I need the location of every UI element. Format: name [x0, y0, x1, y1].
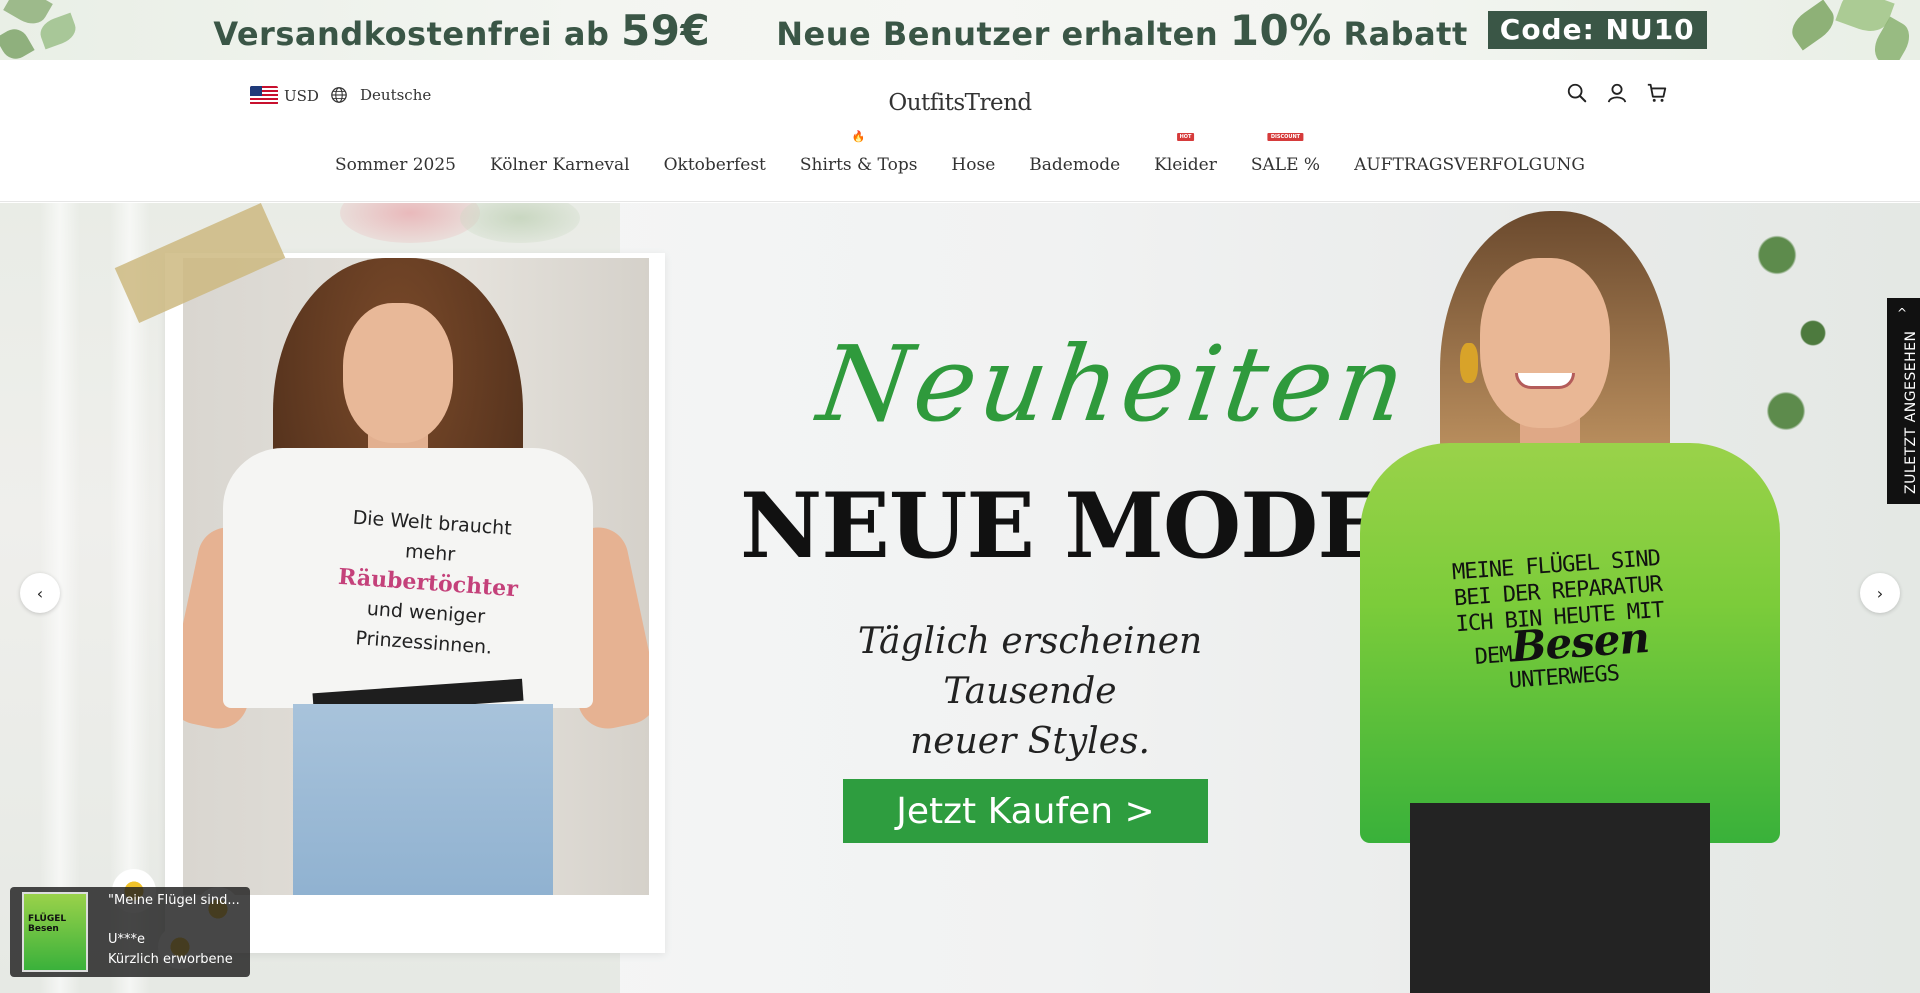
new-user-discount-text: Neue Benutzer erhalten 10% Rabatt	[776, 5, 1468, 55]
nav-item-oktoberfest[interactable]: Oktoberfest	[664, 155, 766, 175]
carousel-next-button[interactable]: ›	[1860, 573, 1900, 613]
promo-message: Versandkostenfrei ab 59€ Neue Benutzer e…	[0, 0, 1920, 60]
nav-item-shirts-tops[interactable]: 🔥 Shirts & Tops	[800, 130, 918, 175]
earring-decoration	[1460, 343, 1478, 383]
shop-now-button[interactable]: Jetzt Kaufen >	[843, 779, 1208, 843]
hero-subtitle: Täglich erscheinen Tausende neuer Styles…	[857, 621, 1203, 762]
account-icon[interactable]	[1606, 82, 1628, 104]
discount-code-badge: Code: NU10	[1487, 11, 1707, 49]
nav-item-hose[interactable]: Hose	[951, 155, 995, 175]
globe-icon	[331, 87, 347, 103]
hot-badge: HOT	[1176, 133, 1195, 141]
toast-user: U***e	[108, 932, 146, 947]
model-photo-left: Die Welt braucht mehr Räubertöchter und …	[183, 258, 649, 895]
site-logo[interactable]: OutfitsTrend	[860, 78, 1060, 122]
recent-purchase-toast[interactable]: FLÜGEL Besen "Meine Flügel sind... U***e …	[10, 887, 250, 977]
toast-product-thumbnail: FLÜGEL Besen	[22, 892, 88, 972]
right-shirt-print: MEINE FLÜGEL SIND BEI DER REPARATUR ICH …	[1451, 545, 1665, 694]
recently-viewed-label: ZULETZT ANGESEHEN	[1903, 330, 1919, 494]
hero-banner: Die Welt braucht mehr Räubertöchter und …	[0, 203, 1920, 993]
vine-decoration	[1750, 203, 1840, 463]
recently-viewed-tab[interactable]: ^ ZULETZT ANGESEHEN	[1887, 298, 1920, 504]
model-photo-right: MEINE FLÜGEL SIND BEI DER REPARATUR ICH …	[1330, 203, 1840, 993]
us-flag-icon	[250, 86, 278, 105]
nav-item-order-tracking[interactable]: AUFTRAGSVERFOLGUNG	[1354, 155, 1585, 175]
main-navigation: Sommer 2025 Kölner Karneval Oktoberfest …	[0, 130, 1920, 175]
nav-item-bademode[interactable]: Bademode	[1029, 155, 1120, 175]
cart-icon[interactable]	[1646, 82, 1668, 104]
search-icon[interactable]	[1566, 82, 1588, 104]
language-selector[interactable]: Deutsche	[330, 86, 431, 104]
hero-title: NEUE MODE	[740, 473, 1386, 579]
chevron-right-icon: ›	[1876, 583, 1884, 603]
nav-item-koelner-karneval[interactable]: Kölner Karneval	[490, 155, 630, 175]
left-shirt-print: Die Welt braucht mehr Räubertöchter und …	[337, 506, 519, 659]
nav-item-sale[interactable]: DISCOUNT SALE %	[1251, 133, 1320, 175]
toast-product-name: "Meine Flügel sind...	[108, 893, 240, 908]
toast-status: Kürzlich erworbene	[108, 952, 233, 967]
nav-item-sommer-2025[interactable]: Sommer 2025	[335, 155, 456, 175]
currency-label: USD	[284, 86, 319, 105]
currency-selector[interactable]: USD	[250, 86, 319, 105]
chevron-left-icon: ‹	[36, 583, 44, 603]
nav-item-kleider[interactable]: HOT Kleider	[1154, 133, 1217, 175]
chevron-up-icon: ^	[1897, 306, 1908, 320]
carousel-prev-button[interactable]: ‹	[20, 573, 60, 613]
site-header: USD Deutsche OutfitsTrend Sommer 2025 Kö…	[0, 60, 1920, 202]
hero-script-title: Neuheiten	[811, 323, 1417, 445]
discount-badge: DISCOUNT	[1267, 133, 1304, 141]
flame-icon: 🔥	[851, 130, 866, 143]
free-shipping-text: Versandkostenfrei ab 59€	[213, 5, 711, 55]
language-label: Deutsche	[360, 86, 432, 104]
header-actions	[1566, 82, 1668, 104]
promo-banner: Versandkostenfrei ab 59€ Neue Benutzer e…	[0, 0, 1920, 60]
